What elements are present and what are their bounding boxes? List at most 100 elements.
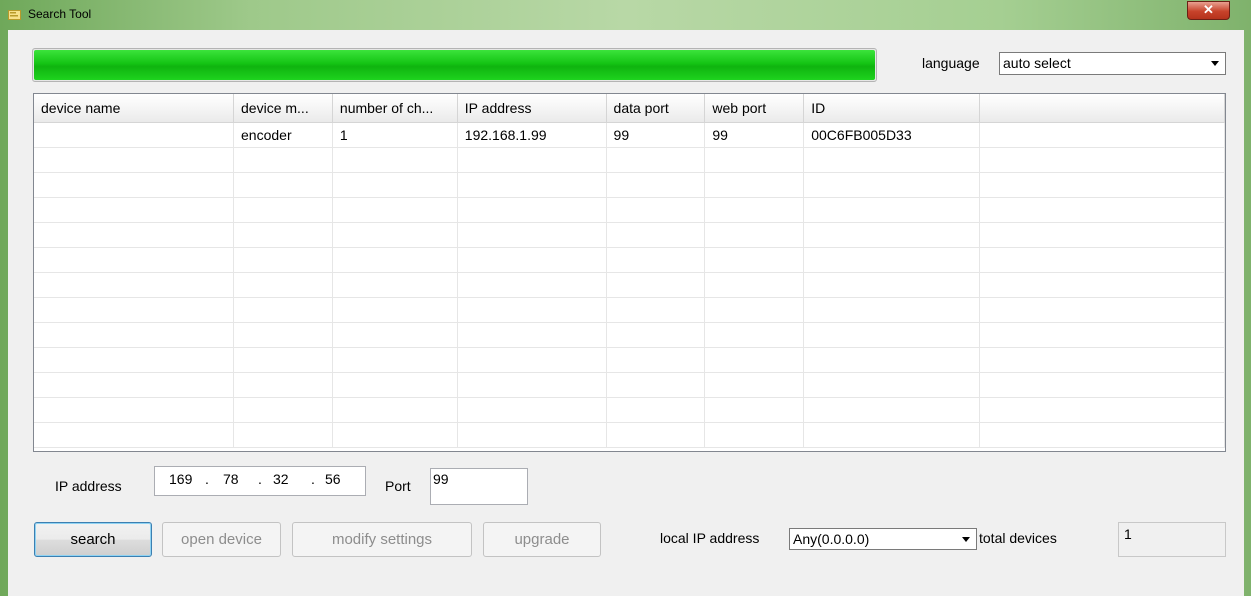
table-cell bbox=[704, 247, 805, 273]
table-cell bbox=[233, 222, 333, 248]
progress-fill bbox=[34, 50, 875, 80]
table-row[interactable] bbox=[34, 247, 1225, 273]
table-cell bbox=[606, 247, 706, 273]
table-cell bbox=[704, 322, 805, 348]
table-cell bbox=[34, 247, 235, 273]
table-cell bbox=[332, 297, 458, 323]
table-cell bbox=[332, 422, 458, 448]
ip-octet-3[interactable]: 32 bbox=[273, 471, 289, 487]
table-cell bbox=[979, 372, 1225, 398]
ip-octet-1[interactable]: 169 bbox=[169, 471, 192, 487]
table-cell bbox=[979, 397, 1225, 423]
table-cell bbox=[979, 422, 1225, 448]
table-cell bbox=[803, 272, 980, 298]
table-cell bbox=[803, 197, 980, 223]
column-header[interactable]: device m... bbox=[233, 94, 333, 123]
modify-settings-button[interactable]: modify settings bbox=[292, 522, 472, 557]
table-cell bbox=[704, 222, 805, 248]
table-cell bbox=[979, 122, 1225, 148]
table-cell bbox=[606, 397, 706, 423]
window-title: Search Tool bbox=[28, 7, 92, 21]
table-cell bbox=[803, 322, 980, 348]
table-cell bbox=[233, 422, 333, 448]
table-cell bbox=[34, 147, 235, 173]
column-header[interactable]: number of ch... bbox=[332, 94, 458, 123]
column-header[interactable]: IP address bbox=[457, 94, 607, 123]
table-cell bbox=[34, 122, 235, 148]
table-cell bbox=[233, 197, 333, 223]
table-cell bbox=[332, 372, 458, 398]
device-list[interactable]: device name device m... number of ch... IP … bbox=[33, 93, 1226, 452]
table-cell bbox=[979, 172, 1225, 198]
table-cell bbox=[457, 297, 607, 323]
open-device-button[interactable]: open device bbox=[162, 522, 281, 557]
table-cell bbox=[979, 222, 1225, 248]
table-cell bbox=[606, 147, 706, 173]
column-header[interactable]: ID bbox=[803, 94, 980, 123]
port-input[interactable]: 99 bbox=[430, 468, 528, 505]
table-cell bbox=[457, 347, 607, 373]
language-label: language bbox=[922, 55, 980, 71]
table-row[interactable] bbox=[34, 222, 1225, 248]
close-icon: ✕ bbox=[1203, 2, 1214, 17]
table-cell: 00C6FB005D33 bbox=[803, 122, 980, 148]
column-header[interactable]: web port bbox=[704, 94, 805, 123]
ip-address-label: IP address bbox=[55, 478, 122, 494]
language-select[interactable]: auto select bbox=[999, 52, 1226, 75]
search-tool-window: Search Tool ✕ language auto select devic… bbox=[0, 0, 1251, 596]
table-cell bbox=[332, 197, 458, 223]
table-cell bbox=[704, 272, 805, 298]
column-header[interactable]: device name bbox=[34, 94, 235, 123]
table-cell bbox=[34, 322, 235, 348]
table-cell bbox=[233, 347, 333, 373]
close-button[interactable]: ✕ bbox=[1187, 1, 1230, 20]
table-row[interactable]: encoder 1 192.168.1.99 99 99 00C6FB005D33 bbox=[34, 122, 1225, 148]
table-cell bbox=[332, 147, 458, 173]
table-row[interactable] bbox=[34, 297, 1225, 323]
table-cell: 1 bbox=[332, 122, 458, 148]
table-cell bbox=[233, 322, 333, 348]
table-cell bbox=[803, 222, 980, 248]
table-row[interactable] bbox=[34, 172, 1225, 198]
table-row[interactable] bbox=[34, 347, 1225, 373]
title-bar[interactable]: Search Tool ✕ bbox=[0, 0, 1251, 30]
table-cell bbox=[34, 397, 235, 423]
table-row[interactable] bbox=[34, 422, 1225, 448]
table-row[interactable] bbox=[34, 272, 1225, 298]
table-row[interactable] bbox=[34, 397, 1225, 423]
table-cell bbox=[803, 372, 980, 398]
table-row[interactable] bbox=[34, 147, 1225, 173]
search-button[interactable]: search bbox=[34, 522, 152, 557]
ip-separator: . bbox=[311, 471, 315, 487]
ip-address-input[interactable]: 169 . 78 . 32 . 56 bbox=[154, 466, 366, 496]
ip-separator: . bbox=[258, 471, 262, 487]
table-cell bbox=[233, 372, 333, 398]
local-ip-select[interactable]: Any(0.0.0.0) bbox=[789, 528, 977, 550]
total-devices-value: 1 bbox=[1124, 526, 1132, 542]
table-row[interactable] bbox=[34, 322, 1225, 348]
chevron-down-icon bbox=[962, 537, 970, 542]
table-row[interactable] bbox=[34, 197, 1225, 223]
table-cell bbox=[457, 147, 607, 173]
table-cell bbox=[34, 372, 235, 398]
local-ip-label: local IP address bbox=[660, 530, 760, 546]
ip-separator: . bbox=[205, 471, 209, 487]
ip-octet-2[interactable]: 78 bbox=[223, 471, 239, 487]
table-cell: 99 bbox=[704, 122, 805, 148]
table-cell bbox=[979, 247, 1225, 273]
ip-octet-4[interactable]: 56 bbox=[325, 471, 341, 487]
table-cell bbox=[457, 397, 607, 423]
upgrade-button[interactable]: upgrade bbox=[483, 522, 601, 557]
table-cell bbox=[979, 147, 1225, 173]
table-cell bbox=[606, 222, 706, 248]
table-cell bbox=[606, 372, 706, 398]
table-cell bbox=[34, 172, 235, 198]
column-header[interactable] bbox=[979, 94, 1225, 123]
table-cell bbox=[606, 197, 706, 223]
chevron-down-icon bbox=[1211, 61, 1219, 66]
total-devices-label: total devices bbox=[979, 530, 1057, 546]
table-cell bbox=[233, 297, 333, 323]
table-row[interactable] bbox=[34, 372, 1225, 398]
column-header[interactable]: data port bbox=[606, 94, 706, 123]
table-cell bbox=[979, 272, 1225, 298]
